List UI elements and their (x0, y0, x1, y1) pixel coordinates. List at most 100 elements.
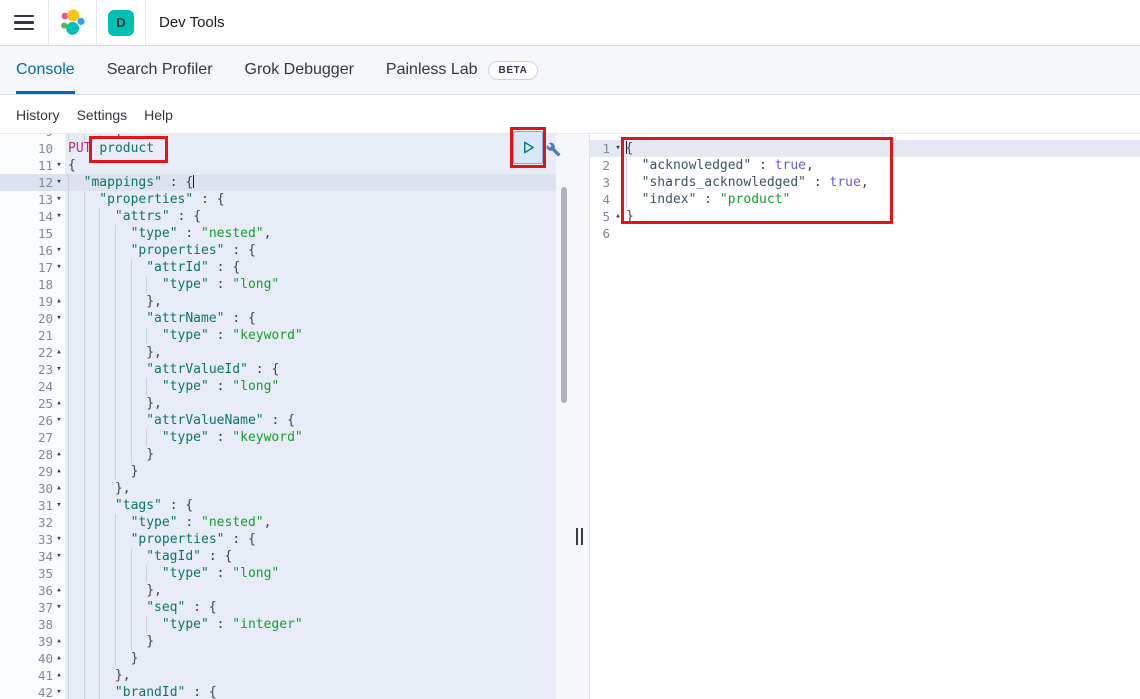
code-line-3[interactable]: 3 "shards_acknowledged" : true, (590, 174, 1140, 191)
line-number: 12▾ (0, 174, 65, 191)
code-line-38[interactable]: 38 "type" : "integer" (0, 616, 556, 633)
line-number: 5▴ (590, 208, 626, 225)
tab-search-profiler-label: Search Profiler (107, 61, 213, 79)
code-line-15[interactable]: 15 "type" : "nested", (0, 225, 556, 242)
panel-resizer[interactable] (556, 134, 590, 699)
code-text: "attrValueId" : { (65, 361, 279, 378)
code-line-37[interactable]: 37▾ "seq" : { (0, 599, 556, 616)
code-line-30[interactable]: 30▴ }, (0, 480, 556, 497)
code-line-1[interactable]: 1▾{ (590, 140, 1140, 157)
code-text: } (626, 208, 634, 225)
line-number: 17▾ (0, 259, 65, 276)
request-code[interactable]: 9 }10PUT product11▾{12▾ "mappings" : {13… (0, 134, 556, 699)
code-text: }, (65, 582, 162, 599)
code-line-33[interactable]: 33▾ "properties" : { (0, 531, 556, 548)
line-number: 24 (0, 378, 65, 395)
code-line-6[interactable]: 6 (590, 225, 1140, 242)
code-line-25[interactable]: 25▴ }, (0, 395, 556, 412)
send-request-button[interactable] (513, 131, 543, 164)
code-text: "attrName" : { (65, 310, 256, 327)
code-line-14[interactable]: 14▾ "attrs" : { (0, 208, 556, 225)
code-line-41[interactable]: 41▴ }, (0, 667, 556, 684)
code-line-18[interactable]: 18 "type" : "long" (0, 276, 556, 293)
code-line-19[interactable]: 19▴ }, (0, 293, 556, 310)
code-text: "type" : "integer" (65, 616, 303, 633)
code-line-27[interactable]: 27 "type" : "keyword" (0, 429, 556, 446)
code-text: "properties" : { (65, 242, 256, 259)
code-text: "type" : "nested", (65, 225, 271, 242)
line-number: 40▴ (0, 650, 65, 667)
menu-settings[interactable]: Settings (77, 107, 128, 123)
code-line-40[interactable]: 40▴ } (0, 650, 556, 667)
line-number: 6 (590, 225, 626, 242)
code-line-16[interactable]: 16▾ "properties" : { (0, 242, 556, 259)
code-text: }, (65, 344, 162, 361)
code-line-26[interactable]: 26▾ "attrValueName" : { (0, 412, 556, 429)
request-editor[interactable]: 9 }10PUT product11▾{12▾ "mappings" : {13… (0, 134, 556, 699)
code-line-2[interactable]: 2 "acknowledged" : true, (590, 157, 1140, 174)
code-text: } (65, 650, 138, 667)
code-line-42[interactable]: 42▾ "brandId" : { (0, 684, 556, 699)
code-line-32[interactable]: 32 "type" : "nested", (0, 514, 556, 531)
line-number: 29▴ (0, 463, 65, 480)
line-number: 18 (0, 276, 65, 293)
divider (145, 0, 146, 45)
code-text: "type" : "keyword" (65, 429, 303, 446)
tab-console[interactable]: Console (16, 46, 75, 94)
line-number: 13▾ (0, 191, 65, 208)
code-line-29[interactable]: 29▴ } (0, 463, 556, 480)
code-text: "mappings" : { (65, 174, 193, 191)
line-number: 11▾ (0, 157, 65, 174)
line-number: 28▴ (0, 446, 65, 463)
code-line-35[interactable]: 35 "type" : "long" (0, 565, 556, 582)
code-line-34[interactable]: 34▾ "tagId" : { (0, 548, 556, 565)
code-line-12[interactable]: 12▾ "mappings" : { (0, 174, 556, 191)
code-line-13[interactable]: 13▾ "properties" : { (0, 191, 556, 208)
top-bar: D Dev Tools (0, 0, 1140, 46)
editor-scrollbar-thumb[interactable] (561, 187, 567, 403)
line-number: 37▾ (0, 599, 65, 616)
code-text: "type" : "keyword" (65, 327, 303, 344)
tab-search-profiler[interactable]: Search Profiler (107, 46, 213, 94)
code-line-20[interactable]: 20▾ "attrName" : { (0, 310, 556, 327)
line-number: 21 (0, 327, 65, 344)
line-number: 32 (0, 514, 65, 531)
tab-painless-lab-label: Painless Lab (386, 61, 478, 79)
code-line-36[interactable]: 36▴ }, (0, 582, 556, 599)
request-options-button[interactable] (546, 142, 561, 157)
code-text: "attrValueName" : { (65, 412, 295, 429)
code-text: } (65, 633, 154, 650)
resize-handle-icon (576, 528, 583, 545)
code-text: }, (65, 293, 162, 310)
space-avatar[interactable]: D (108, 10, 134, 36)
code-line-22[interactable]: 22▴ }, (0, 344, 556, 361)
code-line-24[interactable]: 24 "type" : "long" (0, 378, 556, 395)
code-line-39[interactable]: 39▴ } (0, 633, 556, 650)
code-line-11[interactable]: 11▾{ (0, 157, 556, 174)
elastic-logo[interactable] (49, 0, 96, 45)
code-text: }, (65, 395, 162, 412)
menu-help[interactable]: Help (144, 107, 173, 123)
menu-history[interactable]: History (16, 107, 60, 123)
line-number: 1▾ (590, 140, 626, 157)
code-text: "type" : "long" (65, 565, 279, 582)
elastic-logo-icon (58, 8, 88, 38)
code-line-10[interactable]: 10PUT product (0, 140, 556, 157)
code-text: "type" : "long" (65, 378, 279, 395)
response-viewer[interactable]: 1▾{2 "acknowledged" : true,3 "shards_ack… (590, 134, 1140, 699)
code-text: "seq" : { (65, 599, 217, 616)
code-line-28[interactable]: 28▴ } (0, 446, 556, 463)
code-line-23[interactable]: 23▾ "attrValueId" : { (0, 361, 556, 378)
line-number: 38 (0, 616, 65, 633)
code-line-21[interactable]: 21 "type" : "keyword" (0, 327, 556, 344)
code-line-5[interactable]: 5▴} (590, 208, 1140, 225)
code-line-4[interactable]: 4 "index" : "product" (590, 191, 1140, 208)
menu-toggle-button[interactable] (0, 0, 48, 45)
tab-grok-debugger[interactable]: Grok Debugger (245, 46, 354, 94)
code-line-31[interactable]: 31▾ "tags" : { (0, 497, 556, 514)
line-number: 41▴ (0, 667, 65, 684)
code-line-17[interactable]: 17▾ "attrId" : { (0, 259, 556, 276)
response-code[interactable]: 1▾{2 "acknowledged" : true,3 "shards_ack… (590, 140, 1140, 242)
line-number: 39▴ (0, 633, 65, 650)
tab-painless-lab[interactable]: Painless Lab BETA (386, 46, 539, 94)
